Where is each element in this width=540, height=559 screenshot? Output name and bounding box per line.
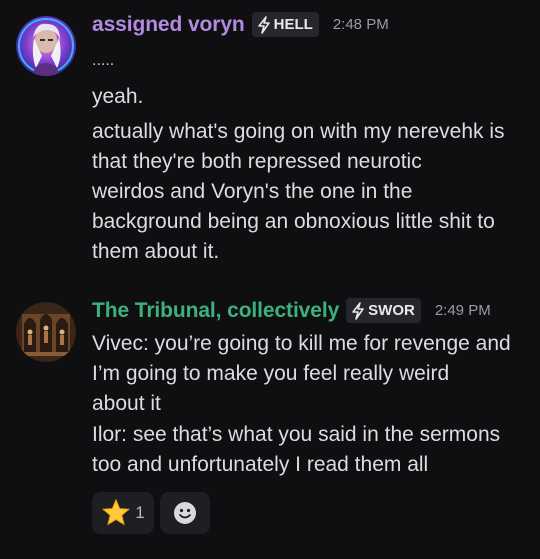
message-line: I’m going to make you feel really weird xyxy=(92,362,450,385)
timestamp[interactable]: 2:49 PM xyxy=(435,302,491,319)
server-tag-label: SWOR xyxy=(368,302,415,319)
avatar-assigned-voryn[interactable] xyxy=(16,16,76,76)
server-tag[interactable]: HELL xyxy=(251,12,319,37)
reaction-star[interactable]: 1 xyxy=(92,492,154,534)
lightning-icon xyxy=(352,301,364,320)
message-line: too and unfortunately I read them all xyxy=(92,453,429,476)
username[interactable]: assigned voryn xyxy=(92,13,245,37)
message-line: actually what's going on with my nereveh… xyxy=(92,120,505,143)
message-line: that they're both repressed neurotic xyxy=(92,150,422,173)
server-tag-label: HELL xyxy=(273,16,313,33)
avatar-the-tribunal[interactable] xyxy=(16,302,76,362)
message-line: weirdos and Voryn's the one in the xyxy=(92,180,413,203)
timestamp[interactable]: 2:48 PM xyxy=(333,16,389,33)
reaction-count: 1 xyxy=(135,503,145,522)
message-header: The Tribunal, collectively SWOR 2:49 PM xyxy=(92,298,491,323)
message-line: background being an obnoxious little shi… xyxy=(92,210,495,233)
star-icon xyxy=(102,498,131,526)
reactions-bar: 1 xyxy=(92,492,210,534)
message-header: assigned voryn HELL 2:48 PM xyxy=(92,12,389,37)
server-tag[interactable]: SWOR xyxy=(346,298,421,323)
message-line: ..... xyxy=(92,52,115,69)
add-reaction-button[interactable] xyxy=(160,492,210,534)
message-line: them about it. xyxy=(92,240,220,263)
add-reaction-icon xyxy=(174,502,196,524)
message-line: Vivec: you’re going to kill me for reven… xyxy=(92,332,511,355)
message-line: about it xyxy=(92,392,161,415)
lightning-icon xyxy=(257,15,270,34)
username[interactable]: The Tribunal, collectively xyxy=(92,299,339,323)
message-line: Ilor: see that’s what you said in the se… xyxy=(92,423,501,446)
message-line: yeah. xyxy=(92,85,144,108)
